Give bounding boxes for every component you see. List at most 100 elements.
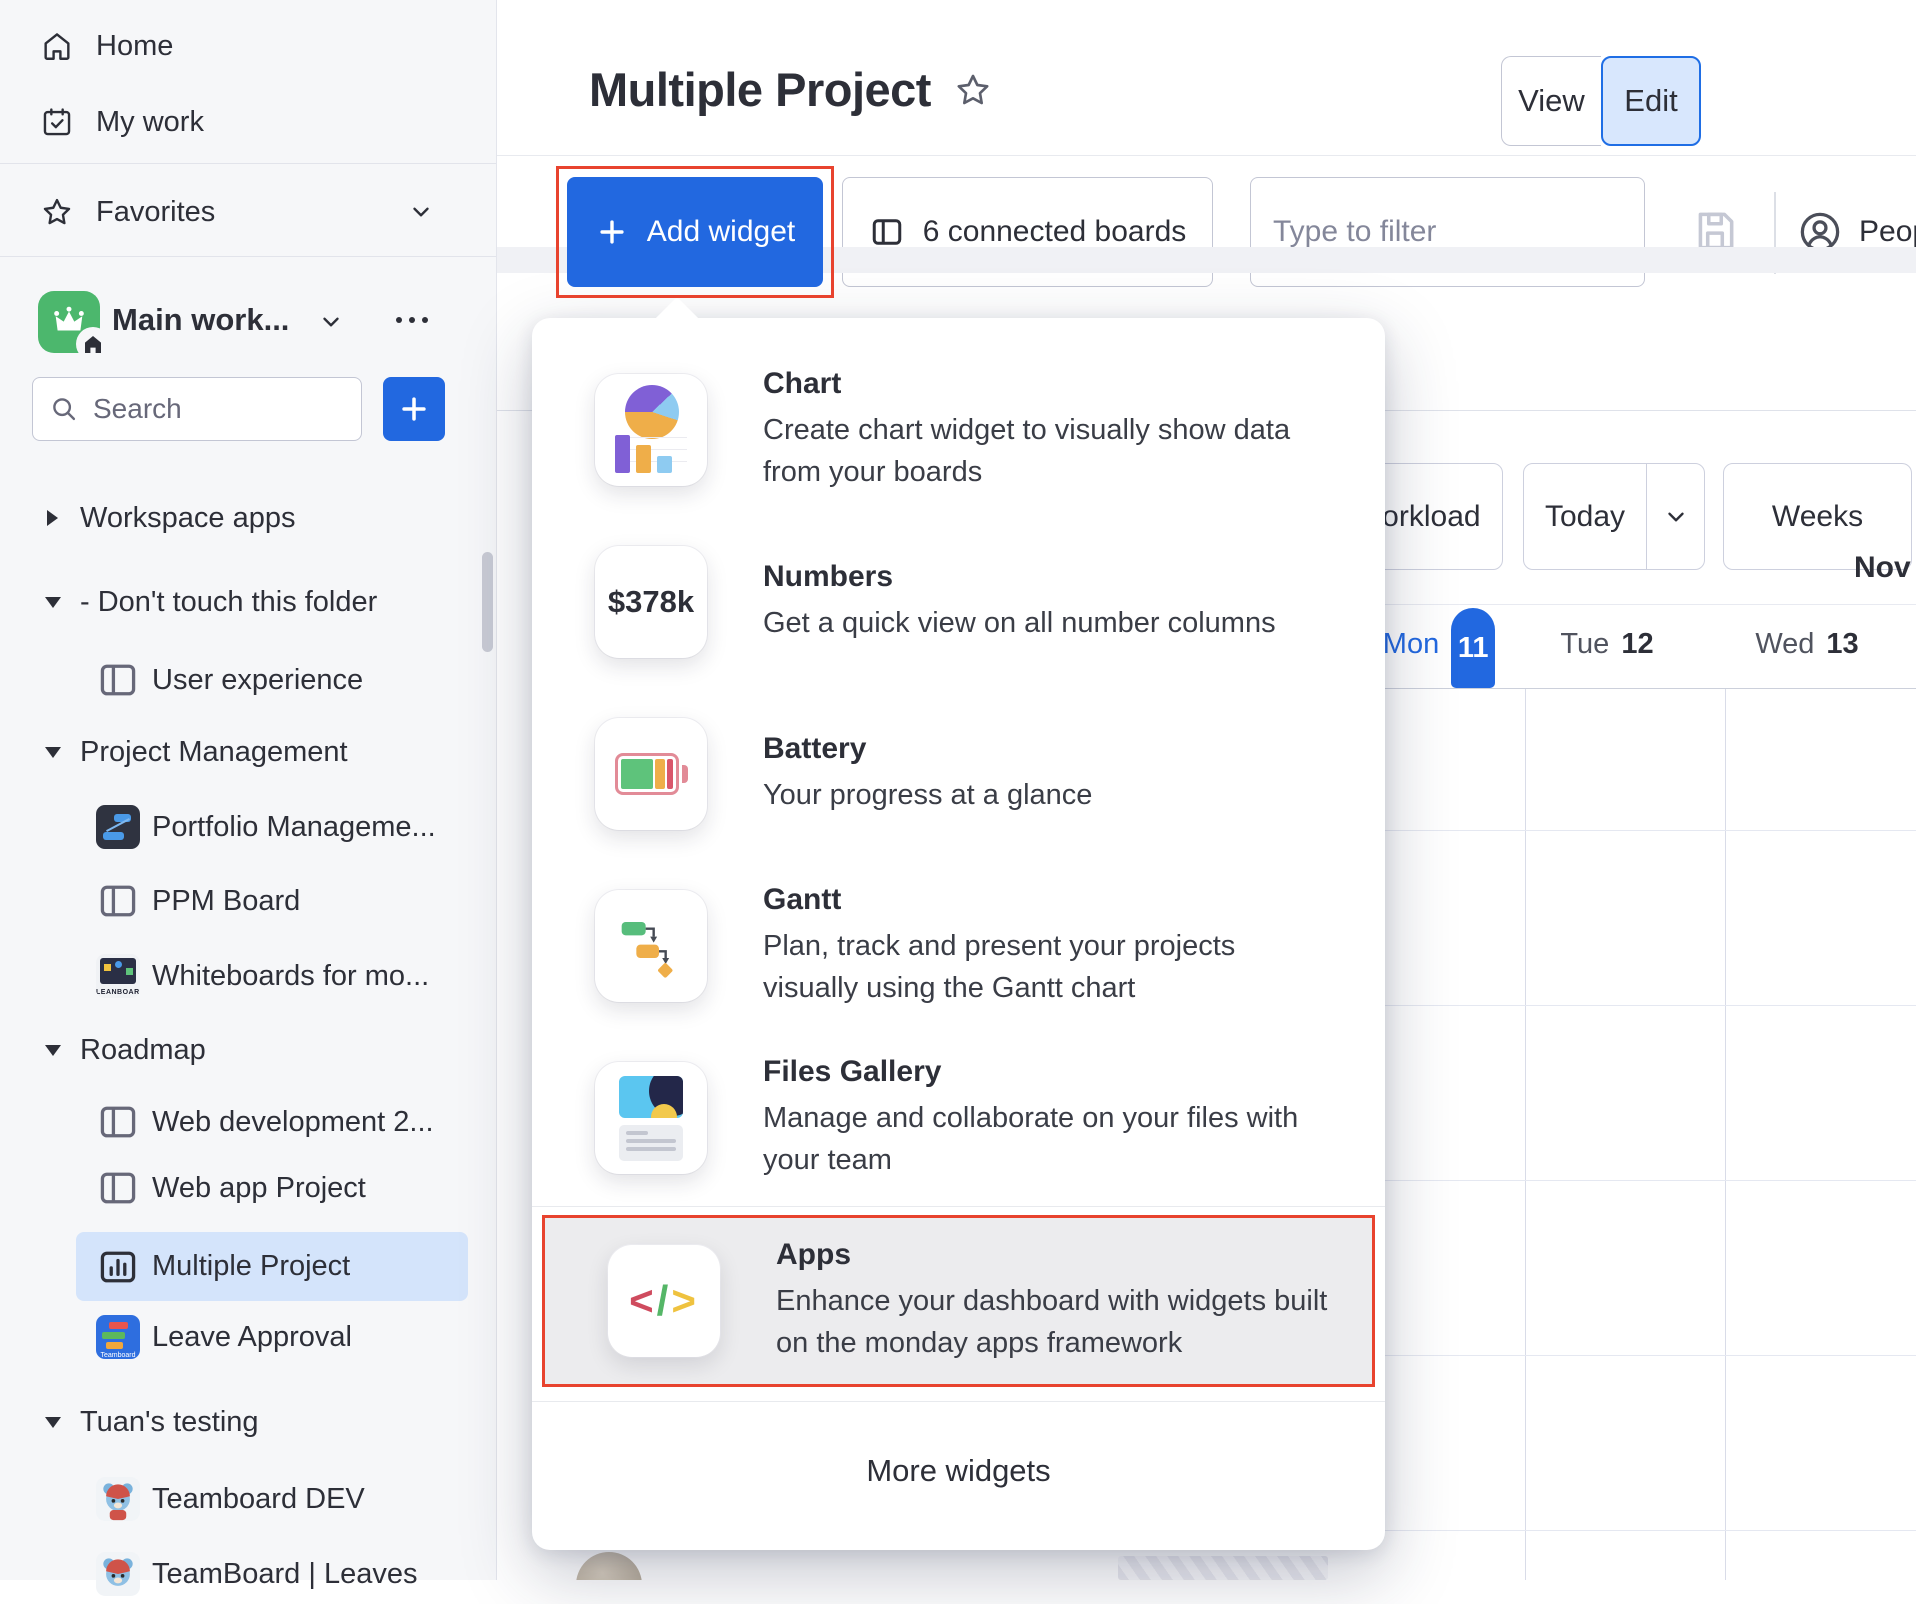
filter-input[interactable] [1273, 215, 1659, 249]
search-input[interactable] [93, 393, 313, 425]
apps-widget-icon: </> [608, 1245, 720, 1357]
selected-day-badge: 11 [1451, 608, 1495, 688]
workspace-home-badge [76, 327, 110, 361]
search-icon [49, 394, 79, 424]
board-icon [96, 658, 140, 702]
sidebar-search[interactable] [32, 377, 362, 441]
add-board-button[interactable] [383, 377, 445, 441]
menu-item-files-gallery[interactable]: Files Gallery Manage and collaborate on … [532, 1032, 1385, 1204]
star-icon [40, 195, 74, 229]
add-widget-label: Add widget [647, 215, 795, 249]
expand-arrow-icon[interactable] [45, 1045, 61, 1056]
sidebar-item-favorites[interactable]: Favorites [0, 183, 492, 241]
sidebar-board-whiteboards[interactable]: LEANBOARD Whiteboards for mo... [0, 947, 490, 1005]
teamboard-text: Teamboard [96, 1352, 140, 1359]
menu-item-battery[interactable]: Battery Your progress at a glance [532, 688, 1385, 860]
leanboard-app-icon: LEANBOARD [96, 954, 140, 998]
add-widget-annotation: Add widget [556, 166, 834, 298]
sidebar-item-label: Multiple Project [152, 1250, 350, 1283]
collapse-arrow-icon[interactable] [47, 510, 58, 526]
day-number: 13 [1826, 628, 1858, 661]
sidebar-item-workspace-apps[interactable]: Workspace apps [0, 489, 490, 547]
menu-item-numbers[interactable]: $378k Numbers Get a quick view on all nu… [532, 516, 1385, 688]
sidebar-folder-dont-touch[interactable]: - Don't touch this folder [0, 573, 490, 631]
day-number: 12 [1621, 628, 1653, 661]
bear-avatar-icon [96, 1477, 140, 1521]
menu-item-apps[interactable]: </> Apps Enhance your dashboard with wid… [545, 1218, 1372, 1384]
menu-item-desc: Plan, track and present your projects vi… [763, 926, 1338, 1008]
sidebar-board-teamboard-dev[interactable]: Teamboard DEV [0, 1470, 490, 1528]
workspace-header[interactable]: Main work... [0, 291, 496, 353]
sidebar-board-ppm[interactable]: PPM Board [0, 872, 490, 930]
sidebar-folder-project-management[interactable]: Project Management [0, 723, 490, 781]
chevron-down-icon[interactable] [408, 199, 434, 225]
sidebar-board-multiple-project-selected[interactable]: Multiple Project [76, 1232, 468, 1301]
today-label: Today [1524, 464, 1646, 569]
teamboard-app-icon: Teamboard [96, 1315, 140, 1359]
unavailable-time-hatch [1118, 1556, 1328, 1580]
sidebar-item-label: Favorites [96, 196, 215, 229]
day-name: Mon [1383, 628, 1439, 661]
leanboard-text: LEANBOARD [96, 989, 140, 996]
menu-item-title: Chart [763, 367, 1338, 401]
view-button[interactable]: View [1501, 56, 1601, 146]
numbers-widget-icon: $378k [595, 546, 707, 658]
workspace-name: Main work... [112, 302, 289, 338]
workspace-avatar [38, 291, 100, 353]
sidebar-board-teamboard-leaves[interactable]: TeamBoard | Leaves [0, 1545, 490, 1603]
people-label: People [1859, 215, 1916, 249]
plus-icon [397, 392, 431, 426]
today-button[interactable]: Today [1523, 463, 1705, 570]
sidebar-item-label: Portfolio Manageme... [152, 811, 436, 844]
sidebar-board-user-experience[interactable]: User experience [0, 651, 490, 709]
sidebar: Home My work Favorites Main work... Wor [0, 0, 497, 1580]
board-icon [96, 1166, 140, 1210]
menu-item-desc: Enhance your dashboard with widgets buil… [776, 1281, 1351, 1363]
grid-line [1525, 689, 1526, 1580]
divider [0, 256, 496, 257]
sidebar-folder-tuans-testing[interactable]: Tuan's testing [0, 1393, 490, 1451]
menu-item-desc: Your progress at a glance [763, 775, 1338, 816]
more-widgets-button[interactable]: More widgets [532, 1402, 1385, 1540]
expand-arrow-icon[interactable] [45, 747, 61, 758]
day-header-tue-12[interactable]: Tue 12 [1525, 600, 1725, 688]
view-edit-toggle: View Edit [1501, 56, 1701, 146]
today-dropdown[interactable] [1646, 464, 1704, 569]
sidebar-item-label: Web app Project [152, 1172, 366, 1205]
sidebar-item-my-work[interactable]: My work [0, 93, 492, 151]
dashboard-icon [96, 1245, 140, 1289]
connected-boards-label: 6 connected boards [923, 215, 1187, 249]
add-widget-button[interactable]: Add widget [567, 177, 823, 287]
sidebar-item-label: My work [96, 106, 204, 139]
bear-avatar-icon [96, 1552, 140, 1596]
gantt-widget-icon [595, 890, 707, 1002]
chevron-down-icon [1663, 504, 1689, 530]
my-work-icon [40, 105, 74, 139]
chevron-down-icon[interactable] [318, 309, 344, 335]
weeks-label: Weeks [1772, 500, 1863, 534]
menu-item-chart[interactable]: Chart Create chart widget to visually sh… [532, 344, 1385, 516]
sidebar-item-label: User experience [152, 664, 363, 697]
sidebar-board-leave-approval[interactable]: Teamboard Leave Approval [0, 1308, 490, 1366]
menu-item-title: Gantt [763, 883, 1338, 917]
sidebar-board-web-development[interactable]: Web development 2... [0, 1093, 490, 1151]
day-header-wed-13[interactable]: Wed 13 [1725, 600, 1916, 688]
favorite-star-icon[interactable] [953, 70, 993, 110]
day-name: Wed [1755, 628, 1814, 661]
sidebar-board-portfolio[interactable]: Portfolio Manageme... [0, 798, 490, 856]
sidebar-folder-roadmap[interactable]: Roadmap [0, 1021, 490, 1079]
day-name: Tue [1560, 628, 1609, 661]
menu-item-desc: Create chart widget to visually show dat… [763, 410, 1338, 492]
workspace-menu-dots[interactable] [396, 317, 428, 323]
divider [0, 163, 496, 164]
sidebar-item-home[interactable]: Home [0, 17, 492, 75]
sidebar-scrollbar[interactable] [482, 552, 493, 652]
expand-arrow-icon[interactable] [45, 1417, 61, 1428]
expand-arrow-icon[interactable] [45, 597, 61, 608]
home-icon [40, 29, 74, 63]
sidebar-board-web-app[interactable]: Web app Project [0, 1159, 490, 1217]
menu-item-gantt[interactable]: Gantt Plan, track and present your proje… [532, 860, 1385, 1032]
chart-widget-icon [595, 374, 707, 486]
edit-button[interactable]: Edit [1601, 56, 1701, 146]
sidebar-item-label: Roadmap [80, 1034, 206, 1067]
